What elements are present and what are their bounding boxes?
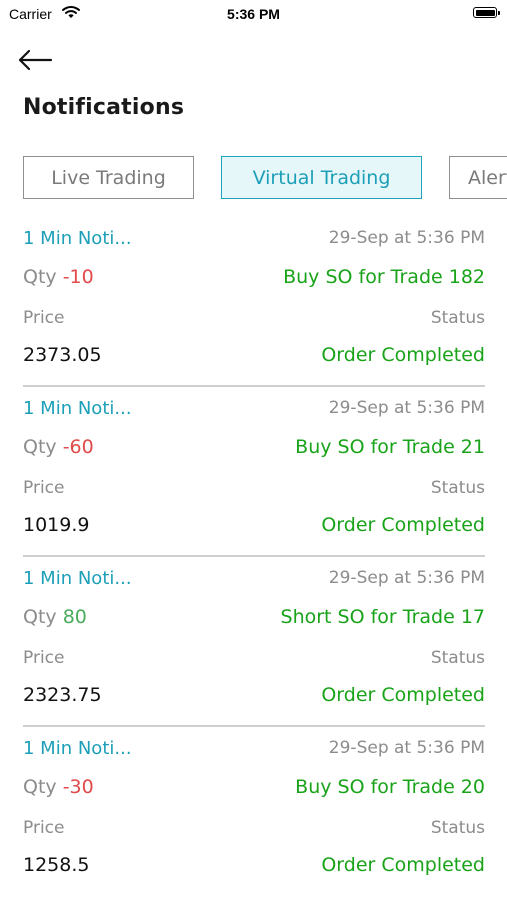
back-button[interactable]	[16, 46, 54, 74]
order-status: Order Completed	[321, 684, 485, 706]
notification-card[interactable]: 1 Min Noti... 29-Sep at 5:36 PM Qty -10 …	[23, 228, 485, 398]
status-bar: Carrier 5:36 PM	[0, 0, 507, 30]
qty-label: Qty	[23, 436, 57, 458]
price-value: 1258.5	[23, 854, 90, 876]
status-label: Status	[430, 308, 485, 328]
status-label: Status	[430, 648, 485, 668]
notification-name: 1 Min Noti...	[23, 568, 132, 589]
notification-name: 1 Min Noti...	[23, 228, 132, 249]
page-title: Notifications	[23, 95, 185, 120]
status-label: Status	[430, 478, 485, 498]
qty-label: Qty	[23, 606, 57, 628]
order-status: Order Completed	[321, 344, 485, 366]
status-time: 5:36 PM	[227, 6, 280, 22]
qty-value: -30	[62, 776, 94, 798]
battery-icon	[473, 7, 500, 18]
tab-alerts[interactable]: Alerts	[449, 156, 507, 199]
price-label: Price	[23, 818, 65, 838]
notification-datetime: 29-Sep at 5:36 PM	[328, 228, 485, 248]
arrow-left-icon	[18, 49, 53, 71]
trade-action: Buy SO for Trade 21	[295, 436, 485, 458]
notification-datetime: 29-Sep at 5:36 PM	[328, 568, 485, 588]
qty-value: 80	[62, 606, 87, 628]
qty-label: Qty	[23, 776, 57, 798]
order-status: Order Completed	[321, 854, 485, 876]
status-label: Status	[430, 818, 485, 838]
divider	[23, 385, 485, 387]
tab-bar: Live Trading Virtual Trading Alerts	[0, 156, 507, 200]
price-label: Price	[23, 648, 65, 668]
notification-datetime: 29-Sep at 5:36 PM	[328, 398, 485, 418]
divider	[23, 555, 485, 557]
trade-action: Buy SO for Trade 182	[283, 266, 485, 288]
qty-value: -60	[62, 436, 94, 458]
notification-datetime: 29-Sep at 5:36 PM	[328, 738, 485, 758]
tab-virtual-trading[interactable]: Virtual Trading	[221, 156, 422, 199]
qty-value: -10	[62, 266, 94, 288]
notification-card[interactable]: 1 Min Noti... 29-Sep at 5:36 PM Qty -60 …	[23, 398, 485, 568]
trade-action: Buy SO for Trade 20	[295, 776, 485, 798]
notification-card[interactable]: 1 Min Noti... 29-Sep at 5:36 PM Qty 80 S…	[23, 568, 485, 738]
price-value: 2323.75	[23, 684, 102, 706]
price-value: 1019.9	[23, 514, 90, 536]
notification-name: 1 Min Noti...	[23, 398, 132, 419]
notification-name: 1 Min Noti...	[23, 738, 132, 759]
price-value: 2373.05	[23, 344, 102, 366]
notification-card[interactable]: 1 Min Noti... 29-Sep at 5:36 PM Qty -30 …	[23, 738, 485, 908]
qty-label: Qty	[23, 266, 57, 288]
tab-live-trading[interactable]: Live Trading	[23, 156, 194, 199]
price-label: Price	[23, 308, 65, 328]
trade-action: Short SO for Trade 17	[280, 606, 485, 628]
order-status: Order Completed	[321, 514, 485, 536]
price-label: Price	[23, 478, 65, 498]
divider	[23, 725, 485, 727]
